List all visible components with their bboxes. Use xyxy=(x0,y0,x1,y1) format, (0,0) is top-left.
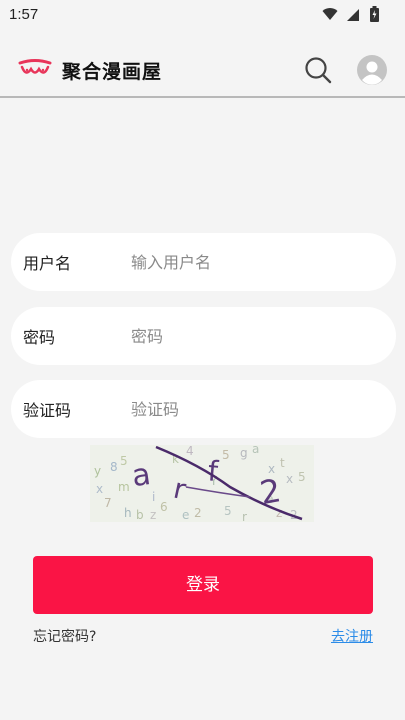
svg-text:g: g xyxy=(240,446,248,460)
wifi-icon xyxy=(322,8,338,20)
battery-icon xyxy=(370,6,379,22)
svg-text:y: y xyxy=(94,464,101,478)
password-field: 密码 xyxy=(11,307,396,365)
svg-text:b: b xyxy=(136,508,144,522)
captcha-label: 验证码 xyxy=(23,401,72,420)
app-bar: 聚合漫画屋 xyxy=(0,40,405,98)
app-logo-icon xyxy=(18,59,52,74)
svg-text:5: 5 xyxy=(224,504,232,518)
captcha-field: 验证码 xyxy=(11,380,396,438)
svg-text:z: z xyxy=(150,508,156,522)
forgot-password-link[interactable]: 忘记密码? xyxy=(33,626,96,646)
app-title: 聚合漫画屋 xyxy=(62,61,163,83)
status-time: 1:57 xyxy=(9,6,39,23)
svg-text:m: m xyxy=(118,480,130,494)
svg-text:i: i xyxy=(152,490,155,504)
password-input[interactable] xyxy=(131,321,381,351)
username-field: 用户名 xyxy=(11,233,396,291)
svg-text:x: x xyxy=(286,472,293,486)
svg-text:e: e xyxy=(182,508,189,522)
status-icons xyxy=(322,6,379,24)
svg-text:5: 5 xyxy=(222,448,230,462)
svg-text:4: 4 xyxy=(186,445,194,458)
svg-text:h: h xyxy=(124,506,132,520)
signal-icon xyxy=(346,9,359,21)
search-icon[interactable] xyxy=(304,56,332,84)
captcha-image[interactable]: y 8 5 x m 7 h b i 6 k 4 Y 5 g a x t x 5 … xyxy=(90,445,314,522)
svg-text:2: 2 xyxy=(194,506,202,520)
register-link[interactable]: 去注册 xyxy=(331,626,373,646)
captcha-input[interactable] xyxy=(131,394,381,424)
svg-text:5: 5 xyxy=(298,470,306,484)
status-bar: 1:57 xyxy=(0,0,405,30)
user-avatar-icon[interactable] xyxy=(357,55,387,85)
svg-text:t: t xyxy=(280,456,285,470)
password-label: 密码 xyxy=(23,328,56,347)
svg-text:x: x xyxy=(96,482,103,496)
svg-text:r: r xyxy=(242,510,247,522)
svg-text:5: 5 xyxy=(120,454,128,468)
svg-text:7: 7 xyxy=(104,496,112,510)
login-button[interactable]: 登录 xyxy=(33,556,373,614)
svg-text:6: 6 xyxy=(160,500,168,514)
svg-text:8: 8 xyxy=(110,460,118,474)
username-input[interactable] xyxy=(131,247,381,277)
svg-text:a: a xyxy=(252,445,259,456)
username-label: 用户名 xyxy=(23,254,72,273)
